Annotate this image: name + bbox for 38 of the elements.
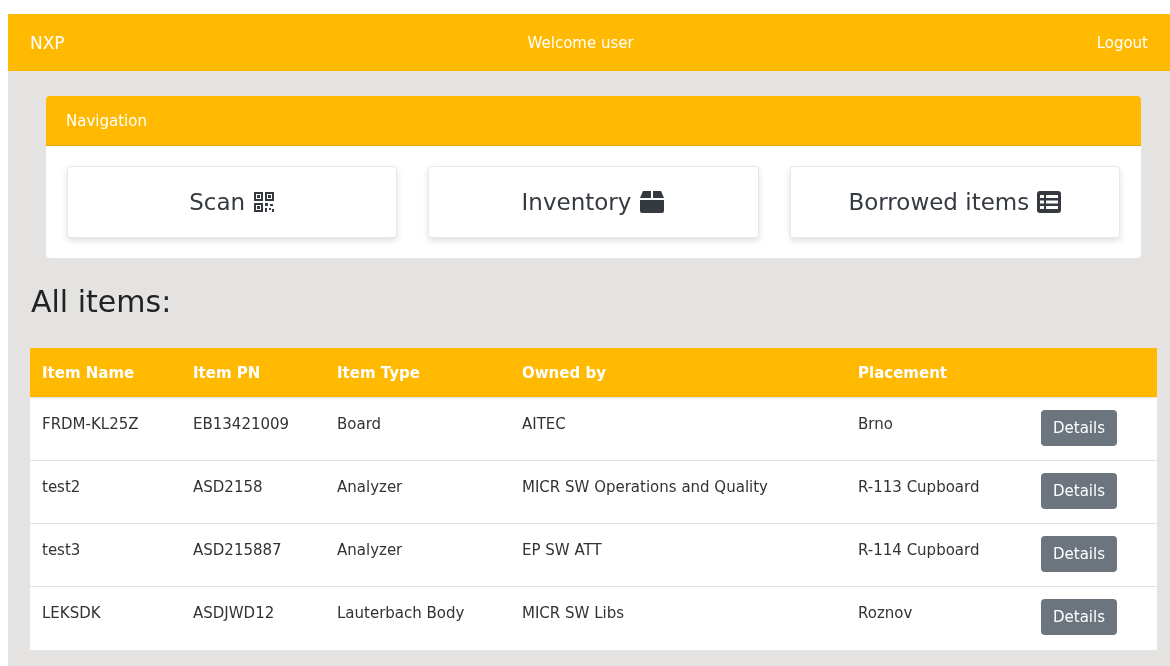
qr-code-icon [253, 191, 276, 213]
column-header: Item Type [325, 348, 510, 398]
box-icon [639, 190, 666, 214]
table-cell: Lauterbach Body [325, 586, 510, 650]
table-cell: EP SW ATT [510, 523, 846, 587]
table-cell: test2 [30, 460, 181, 524]
table-cell: MICR SW Libs [510, 586, 846, 650]
table-cell: MICR SW Operations and Quality [510, 460, 846, 524]
details-button[interactable]: Details [1041, 473, 1117, 509]
table-cell: ASD2158 [181, 460, 325, 524]
table-cell: ASD215887 [181, 523, 325, 587]
table-cell: Board [325, 397, 510, 461]
page-heading: All items: [30, 283, 173, 321]
table-cell: test3 [30, 523, 181, 587]
table-cell: AITEC [510, 397, 846, 461]
table-cell: Analyzer [325, 523, 510, 587]
navigation-header: Navigation [46, 96, 1141, 146]
table-cell: LEKSDK [30, 586, 181, 650]
table-cell: EB13421009 [181, 397, 325, 461]
table-cell: Analyzer [325, 460, 510, 524]
nav-button[interactable]: Scan [67, 166, 398, 238]
table-cell: R-113 Cupboard [846, 460, 1029, 524]
table-cell: Roznov [846, 586, 1029, 650]
details-button[interactable]: Details [1041, 599, 1117, 635]
nav-button[interactable]: Inventory [428, 166, 759, 238]
list-icon [1037, 191, 1062, 213]
nav-button[interactable]: Borrowed items [789, 166, 1120, 238]
table-cell: Brno [846, 397, 1029, 461]
column-header: Item PN [181, 348, 325, 398]
column-header: Item Name [30, 348, 181, 398]
details-button[interactable]: Details [1041, 410, 1117, 446]
column-header: Owned by [510, 348, 846, 398]
welcome-text: Welcome user [527, 33, 634, 52]
table-cell: FRDM-KL25Z [30, 397, 181, 461]
details-button[interactable]: Details [1041, 536, 1117, 572]
column-header: Placement [846, 348, 1029, 398]
table-cell: R-114 Cupboard [846, 523, 1029, 587]
table-cell: ASDJWD12 [181, 586, 325, 650]
